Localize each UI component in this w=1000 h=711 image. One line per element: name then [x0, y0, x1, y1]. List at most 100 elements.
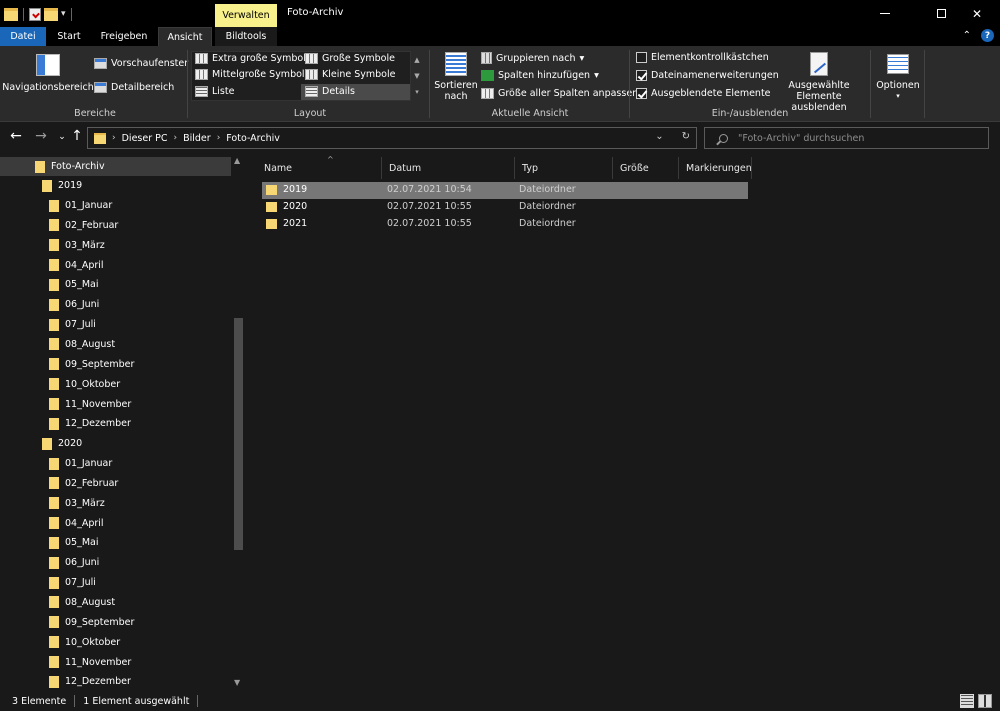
- tree-item-month[interactable]: 07_Juli: [49, 573, 96, 592]
- layout-large-icons[interactable]: Große Symbole: [305, 53, 395, 64]
- tree-item-month[interactable]: 07_Juli: [49, 315, 96, 334]
- tree-item-month[interactable]: 10_Oktober: [49, 375, 120, 394]
- layout-extra-large-icons[interactable]: Extra große Symbole: [195, 53, 312, 64]
- dateinamenerweiterungen-checkbox[interactable]: Dateinamenerweiterungen: [636, 70, 779, 81]
- tree-item-month[interactable]: 08_August: [49, 593, 115, 612]
- tree-item-month[interactable]: 05_Mai: [49, 275, 99, 294]
- breadcrumb-foto-archiv[interactable]: Foto-Archiv: [226, 133, 280, 144]
- layout-list[interactable]: Liste: [195, 86, 234, 97]
- search-input[interactable]: "Foto-Archiv" durchsuchen: [704, 127, 989, 149]
- tree-item-month[interactable]: 03_März: [49, 494, 105, 513]
- navigationsbereich-button[interactable]: Navigationsbereich: [2, 54, 94, 93]
- large-icons-view-icon[interactable]: [978, 694, 992, 708]
- tab-datei[interactable]: Datei: [0, 27, 46, 46]
- elementkontrollkaestchen-checkbox[interactable]: Elementkontrollkästchen: [636, 52, 769, 63]
- refresh-icon[interactable]: ↻: [682, 131, 690, 142]
- layout-medium-icons[interactable]: Mittelgroße Symbole: [195, 69, 310, 80]
- tree-item-month[interactable]: 09_September: [49, 355, 134, 374]
- nav-scrollbar[interactable]: ▲ ▼: [231, 154, 246, 691]
- new-folder-icon[interactable]: [44, 7, 58, 21]
- tab-start[interactable]: Start: [48, 27, 90, 46]
- optionen-button[interactable]: Optionen ▾: [874, 54, 922, 102]
- tree-item-label: 02_Februar: [65, 219, 119, 231]
- folder-icon: [49, 298, 59, 311]
- tree-item-month[interactable]: 09_September: [49, 613, 134, 632]
- column-header-markierungen[interactable]: Markierungen: [679, 157, 752, 179]
- spaltengroesse-button[interactable]: Größe aller Spalten anpassen: [481, 88, 638, 99]
- tree-item-month[interactable]: 10_Oktober: [49, 633, 120, 652]
- address-bar[interactable]: › Dieser PC › Bilder › Foto-Archiv ⌄ ↻: [87, 127, 697, 149]
- tree-item-month[interactable]: 04_April: [49, 256, 104, 275]
- tab-freigeben[interactable]: Freigeben: [93, 27, 155, 46]
- tree-item-month[interactable]: 06_Juni: [49, 553, 99, 572]
- chevron-down-icon: ⌄: [58, 132, 66, 142]
- vorschaufenster-button[interactable]: Vorschaufenster: [94, 58, 188, 69]
- column-header-groesse[interactable]: Größe: [613, 157, 679, 179]
- ausgewaehlte-ausblenden-button[interactable]: Ausgewählte Elemente ausblenden: [770, 52, 868, 113]
- minimize-button[interactable]: [862, 0, 908, 27]
- chevron-down-icon[interactable]: ▼: [234, 678, 240, 687]
- layout-details[interactable]: Details: [305, 86, 355, 97]
- layout-small-icons[interactable]: Kleine Symbole: [305, 69, 395, 80]
- tree-item-month[interactable]: 03_März: [49, 236, 105, 255]
- tree-item-month[interactable]: 02_Februar: [49, 474, 118, 493]
- scrollbar-thumb[interactable]: [234, 318, 243, 550]
- chevron-right-icon[interactable]: ›: [217, 133, 221, 143]
- optionen-label: Optionen: [876, 80, 920, 91]
- tree-item-month[interactable]: 02_Februar: [49, 216, 118, 235]
- chevron-down-icon[interactable]: ⌄: [655, 131, 663, 142]
- ausgeblendete-elemente-checkbox[interactable]: Ausgeblendete Elemente: [636, 88, 771, 99]
- properties-icon[interactable]: [29, 7, 41, 21]
- close-button[interactable]: ✕: [954, 0, 1000, 27]
- folder-icon: [49, 656, 59, 668]
- sortieren-button[interactable]: Sortieren nach: [434, 52, 478, 102]
- checkbox-checked-icon: [636, 88, 647, 99]
- folder-icon: [49, 278, 59, 291]
- type-cell: Dateiordner: [519, 184, 576, 195]
- tree-item-foto-archiv[interactable]: Foto-Archiv: [0, 157, 231, 176]
- table-row[interactable]: 2020 02.07.2021 10:55 Dateiordner: [262, 199, 748, 216]
- tree-item-month[interactable]: 04_April: [49, 514, 104, 533]
- up-button[interactable]: ↑: [68, 128, 86, 144]
- customize-toolbar-dropdown-icon[interactable]: ▾: [61, 9, 66, 19]
- column-header-datum[interactable]: Datum: [382, 157, 515, 179]
- tree-item-month[interactable]: 12_Dezember: [49, 414, 131, 433]
- table-row[interactable]: 2021 02.07.2021 10:55 Dateiordner: [262, 216, 748, 233]
- back-button[interactable]: ←: [7, 128, 25, 144]
- medium-icons-label: Mittelgroße Symbole: [212, 69, 311, 80]
- tab-bildtools[interactable]: Bildtools: [215, 27, 277, 46]
- detailbereich-button[interactable]: Detailbereich: [94, 82, 174, 93]
- breadcrumb-bilder[interactable]: Bilder: [183, 133, 211, 144]
- table-row[interactable]: 2019 02.07.2021 10:54 Dateiordner: [262, 182, 748, 199]
- hide-selected-icon: [810, 52, 828, 76]
- tree-item-2019[interactable]: 2019: [42, 176, 82, 195]
- collapse-ribbon-icon[interactable]: ⌃: [963, 30, 971, 41]
- name-cell: 2020: [266, 201, 307, 212]
- folder-icon: [266, 201, 277, 212]
- divider: [23, 7, 24, 21]
- name-cell: 2021: [266, 218, 307, 229]
- column-header-typ[interactable]: Typ: [515, 157, 613, 179]
- spalten-button[interactable]: Spalten hinzufügen ▾: [481, 70, 599, 81]
- tree-item-month[interactable]: 11_November: [49, 653, 131, 672]
- column-header-name[interactable]: ^ Name: [257, 155, 382, 179]
- tree-item-month[interactable]: 01_Januar: [49, 196, 112, 215]
- chevron-right-icon[interactable]: ›: [174, 133, 178, 143]
- tree-item-month[interactable]: 11_November: [49, 395, 131, 414]
- chevron-right-icon[interactable]: ›: [112, 133, 116, 143]
- chevron-up-icon[interactable]: ▲: [234, 156, 240, 165]
- tree-item-month[interactable]: 05_Mai: [49, 533, 99, 552]
- help-icon[interactable]: ?: [981, 29, 994, 42]
- tree-item-month[interactable]: 08_August: [49, 335, 115, 354]
- forward-button[interactable]: →: [32, 128, 50, 144]
- gruppieren-button[interactable]: Gruppieren nach ▾: [481, 52, 584, 64]
- breadcrumb-dieser-pc[interactable]: Dieser PC: [122, 133, 168, 144]
- tree-item-month[interactable]: 01_Januar: [49, 454, 112, 473]
- tree-item-2020[interactable]: 2020: [42, 434, 82, 453]
- details-view-icon[interactable]: [960, 694, 974, 708]
- tab-ansicht[interactable]: Ansicht: [158, 27, 212, 46]
- tab-verwalten[interactable]: Verwalten: [215, 4, 277, 27]
- tree-item-month[interactable]: 06_Juni: [49, 295, 99, 314]
- layout-gallery-scroll[interactable]: ▲ ▼ ▾: [413, 52, 421, 102]
- tree-item-month[interactable]: 12_Dezember: [49, 672, 131, 691]
